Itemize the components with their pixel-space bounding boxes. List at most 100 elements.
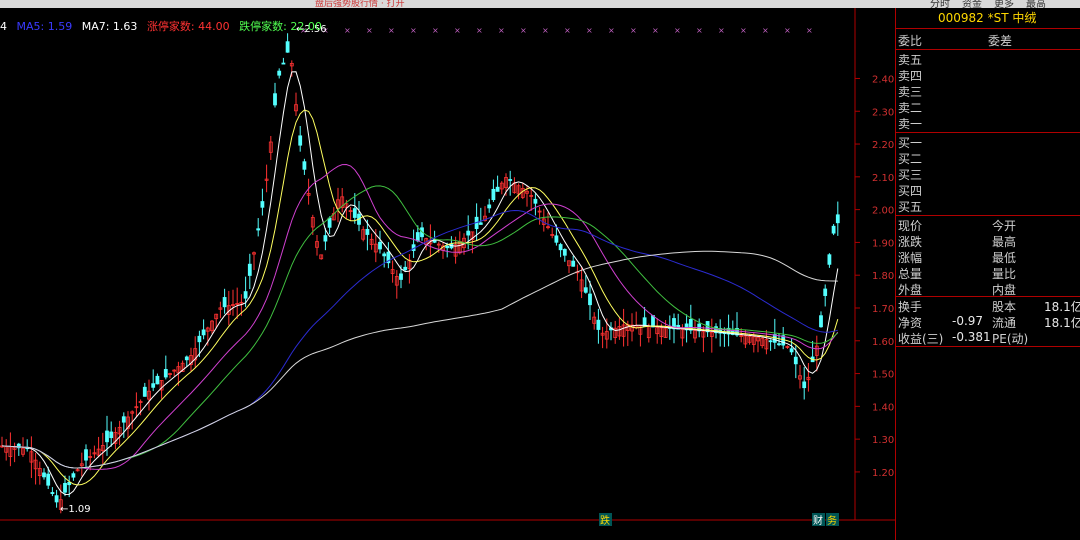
quote-label: 最高 <box>992 235 1017 249</box>
candle-body <box>382 253 387 257</box>
candle-body <box>277 70 282 76</box>
candle-body <box>588 293 592 306</box>
fund-label: 收益(三) <box>898 332 944 346</box>
candle-body <box>533 198 538 204</box>
buy-level-1: 买一 <box>898 136 923 150</box>
candle-body <box>46 473 51 486</box>
candle-body <box>50 492 55 494</box>
buy-level-3: 买三 <box>898 168 923 182</box>
quote-label: 涨跌 <box>898 235 923 249</box>
y-tick-label: 2.20 <box>872 140 894 151</box>
ma-line-30 <box>1 185 839 469</box>
panel-divider <box>896 49 1080 50</box>
candle-body <box>487 204 492 209</box>
signal-marker: × <box>586 26 593 35</box>
stock-title[interactable]: 000982 *ST 中绒 <box>896 8 1080 29</box>
candle-body <box>558 244 563 251</box>
signal-marker: × <box>630 26 637 35</box>
candle-body <box>197 335 202 343</box>
legend-prefix: 4 <box>0 20 7 33</box>
candle-body <box>256 228 261 231</box>
candle-body <box>201 329 206 336</box>
panel-divider <box>896 215 1080 216</box>
y-tick-label: 1.50 <box>872 370 894 381</box>
candle-body <box>802 381 807 389</box>
sell-level-3: 卖三 <box>898 85 923 99</box>
candle-body <box>466 230 471 236</box>
quote-panel: 000982 *ST 中绒 委比 委差 卖五 卖四 卖三 卖二 卖一 买一 买二 买三 买四 买五 现价… <box>895 8 1080 540</box>
candle-body <box>281 62 286 65</box>
event-marker[interactable]: 跌 <box>600 514 610 527</box>
signal-marker: × <box>674 26 681 35</box>
event-marker[interactable]: 务 <box>827 514 837 527</box>
candle-body <box>285 41 290 53</box>
candle-body <box>365 228 370 235</box>
buy-level-2: 买二 <box>898 152 923 166</box>
buy-level-4: 买四 <box>898 184 923 198</box>
weibi-label: 委比 <box>898 34 923 48</box>
signal-marker: × <box>498 26 505 35</box>
fund-label: 净资 <box>898 316 923 330</box>
candle-body <box>273 93 277 106</box>
sell-level-5: 卖五 <box>898 53 923 67</box>
signal-marker: × <box>476 26 483 35</box>
y-tick-label: 2.40 <box>872 74 894 85</box>
kline-canvas[interactable]: 2.40 2.30 2.20 2.10 2.00 1.90 1.80 1.70 1.60 1.50… <box>0 8 895 540</box>
quote-label: 今开 <box>992 219 1017 233</box>
sell-level-1: 卖一 <box>898 117 923 131</box>
event-marker[interactable]: 财 <box>813 514 823 527</box>
candle-body <box>571 260 576 267</box>
panel-divider <box>896 296 1080 297</box>
top-bar: 盘后强势股行情 · 打开 分时 资金 更多 最高 <box>0 0 1080 10</box>
candle-body <box>302 161 307 170</box>
candle-body <box>651 315 655 328</box>
legend-ma5: MA5: 1.59 <box>16 20 73 33</box>
weicha-label: 委差 <box>988 34 1013 48</box>
kline-chart[interactable]: 2.40 2.30 2.20 2.10 2.00 1.90 1.80 1.70 1.60 1.50… <box>0 8 895 540</box>
signal-marker: × <box>432 26 439 35</box>
quote-label: 外盘 <box>898 283 923 297</box>
signal-marker: × <box>762 26 769 35</box>
candle-body <box>378 241 382 250</box>
candle-body <box>84 449 88 461</box>
candle-body <box>596 319 601 330</box>
quote-label: 内盘 <box>992 283 1017 297</box>
indicator-legend: 4 MA5: 1.59 MA7: 1.63 涨停家数: 44.00 跌停家数: … <box>0 18 328 34</box>
candle-body <box>491 188 496 201</box>
y-tick-label: 2.00 <box>872 206 894 217</box>
candle-body <box>562 248 567 256</box>
signal-marker: × <box>696 26 703 35</box>
candle-body <box>327 217 332 228</box>
candle-body <box>323 235 328 242</box>
candle-body <box>403 266 408 271</box>
fund-value: -0.97 <box>952 314 984 328</box>
candle-body <box>260 201 265 208</box>
candle-body <box>495 186 500 192</box>
low-price-label: ←1.09 <box>60 504 91 515</box>
candle-body <box>768 340 773 343</box>
quote-label: 量比 <box>992 267 1017 281</box>
candle-body <box>789 348 794 353</box>
signal-marker: × <box>740 26 747 35</box>
candle-body <box>63 482 67 493</box>
buy-level-5: 买五 <box>898 200 923 214</box>
candle-body <box>399 273 403 280</box>
y-tick-label: 2.10 <box>872 173 894 184</box>
y-tick-label: 1.70 <box>872 304 894 315</box>
fund-label: PE(动) <box>992 332 1029 346</box>
fund-label: 流通 <box>992 316 1017 330</box>
signal-marker: × <box>652 26 659 35</box>
candle-body <box>478 222 483 225</box>
fund-label: 股本 <box>992 300 1017 314</box>
y-tick-label: 1.20 <box>872 468 894 479</box>
signal-marker: × <box>454 26 461 35</box>
ma-line-20 <box>1 163 839 470</box>
fund-value: -0.381 <box>952 330 991 344</box>
signal-marker: × <box>520 26 527 35</box>
candle-body <box>163 369 168 378</box>
signal-marker: × <box>784 26 791 35</box>
signal-marker: × <box>410 26 417 35</box>
panel-divider <box>896 132 1080 133</box>
candle-body <box>71 473 76 478</box>
candle-body <box>109 431 114 439</box>
